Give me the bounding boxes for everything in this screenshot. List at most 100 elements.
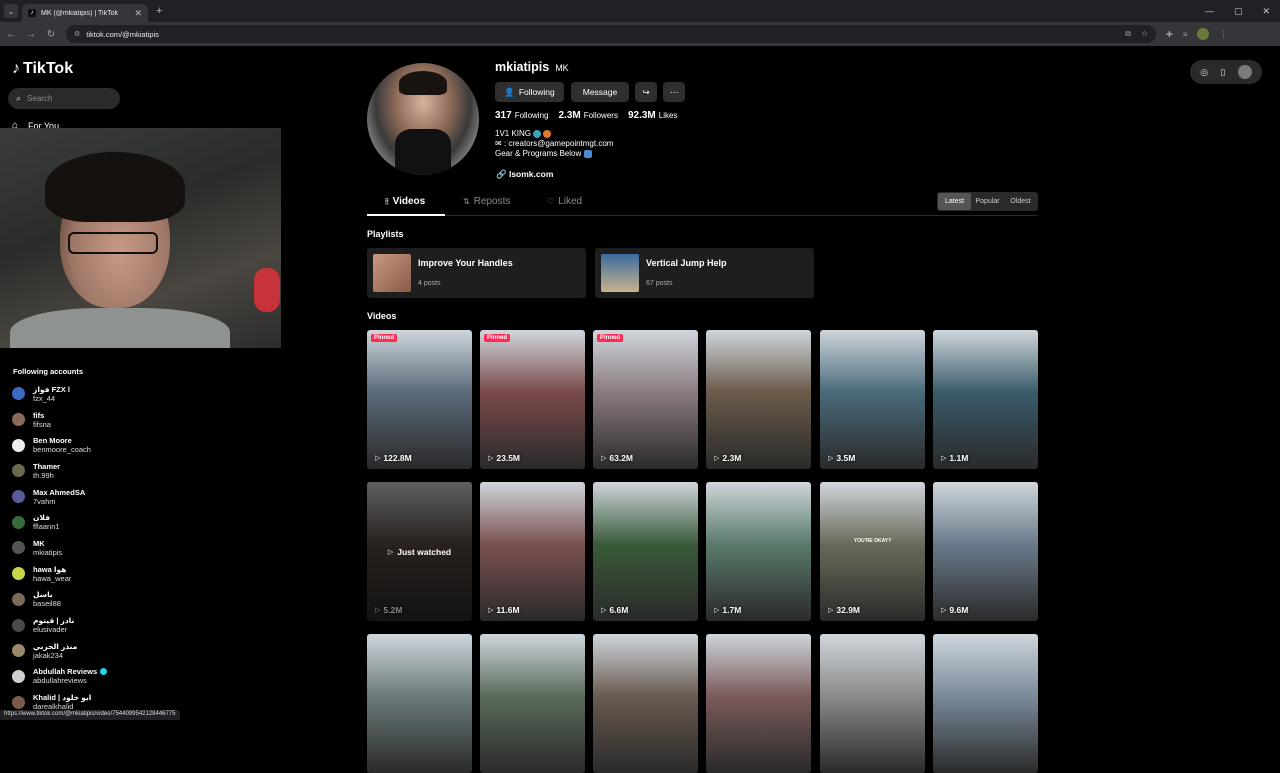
tiktok-page: ♪ TikTok ⌕ Search ⌂ For You Following ac… — [0, 46, 1280, 773]
downloads-icon[interactable]: ≡ — [1183, 30, 1188, 39]
video-thumbnail[interactable]: Pinned ▷ 63.2M — [593, 330, 698, 469]
share-button[interactable]: ↪ — [635, 82, 657, 102]
coins-icon[interactable]: ◎ — [1200, 67, 1208, 78]
following-account-item[interactable]: hawa هوا hawa_wear — [12, 561, 107, 587]
video-thumbnail[interactable]: ▷ 6.6M — [593, 482, 698, 621]
tiktok-favicon-icon: ♪ — [28, 9, 36, 17]
stat-followers[interactable]: 2.3M Followers — [558, 110, 617, 121]
tab-reposts[interactable]: ⇅ Reposts — [463, 196, 510, 207]
account-avatar — [12, 592, 25, 606]
reload-icon[interactable]: ↻ — [42, 29, 60, 40]
video-thumbnail[interactable]: ▷ 2.3M — [706, 330, 811, 469]
profile-avatar[interactable] — [367, 63, 479, 175]
play-icon: ▷ — [601, 607, 607, 614]
account-names: فلان fflaann1 — [33, 513, 60, 531]
sort-oldest[interactable]: Oldest — [1004, 193, 1037, 210]
profile-username: mkiatipis — [495, 60, 550, 74]
stat-following[interactable]: 317 Following — [495, 110, 548, 121]
close-window-icon[interactable]: ✕ — [1262, 6, 1270, 17]
browser-tab[interactable]: ♪ MK (@mkiatipis) | TikTok ✕ — [22, 4, 148, 22]
following-account-item[interactable]: Thamer th.99h — [12, 458, 107, 484]
following-account-item[interactable]: فواز FZX l fzx_44 — [12, 381, 107, 407]
site-info-icon[interactable]: ⚙ — [74, 30, 80, 38]
message-button[interactable]: Message — [571, 82, 629, 102]
user-check-icon: 👤 — [504, 86, 515, 97]
video-thumbnail[interactable]: Pinned ▷ 23.5M — [480, 330, 585, 469]
account-handle: benmoore_coach — [33, 445, 91, 455]
video-thumbnail[interactable]: ▷ 9.6M — [933, 482, 1038, 621]
extensions-icon[interactable]: ✚ — [1166, 30, 1173, 39]
webcam-person-shirt — [10, 308, 230, 348]
video-thumbnail[interactable] — [593, 634, 698, 773]
video-thumbnail[interactable] — [480, 634, 585, 773]
forward-icon[interactable]: → — [22, 29, 40, 40]
video-thumbnail[interactable] — [367, 634, 472, 773]
video-thumbnail[interactable]: ▷ 1.7M — [706, 482, 811, 621]
account-avatar — [12, 541, 25, 555]
video-thumbnail[interactable] — [706, 634, 811, 773]
profile-stats: 317 Following 2.3M Followers 92.3M Likes — [495, 110, 677, 121]
back-icon[interactable]: ← — [2, 29, 20, 40]
new-tab-icon[interactable]: + — [156, 5, 162, 17]
following-account-item[interactable]: نادر | قيتوم elusivader — [12, 612, 107, 638]
account-handle: hawa_wear — [33, 573, 72, 583]
video-thumbnail[interactable] — [933, 634, 1038, 773]
bookmark-star-icon[interactable]: ☆ — [1141, 29, 1148, 39]
video-view-count: ▷ 3.5M — [828, 453, 856, 463]
search-input[interactable]: ⌕ Search — [8, 88, 120, 109]
profile-avatar-icon[interactable] — [1197, 28, 1210, 40]
account-display-name: Abdullah Reviews — [33, 667, 108, 676]
maximize-icon[interactable]: ▢ — [1234, 6, 1243, 17]
video-thumbnail[interactable]: ▷ 3.5M — [820, 330, 925, 469]
globe-emoji-icon — [533, 129, 542, 138]
more-options-button[interactable]: ⋯ — [663, 82, 685, 102]
video-thumbnail[interactable]: ▷ Just watched ▷ 5.2M — [367, 482, 472, 621]
following-account-item[interactable]: Max AhmedSA 7vahm — [12, 484, 107, 510]
tiktok-logo[interactable]: ♪ TikTok — [12, 60, 73, 78]
pinned-badge: Pinned — [371, 334, 398, 342]
account-display-name: فواز FZX l — [33, 384, 70, 394]
following-account-item[interactable]: MK mkiatipis — [12, 535, 107, 561]
video-thumbnail[interactable]: YOU'RE OKAY? ▷ 32.9M — [820, 482, 925, 621]
following-button[interactable]: 👤 Following — [495, 82, 564, 102]
following-account-item[interactable]: Ben Moore benmoore_coach — [12, 432, 107, 458]
playlist-thumbnail — [373, 254, 411, 292]
minimize-icon[interactable]: — — [1205, 6, 1214, 17]
down-arrow-emoji-icon — [583, 149, 592, 158]
following-account-item[interactable]: منذر الحربي jakak234 — [12, 638, 107, 664]
following-account-item[interactable]: fifs fifsna — [12, 407, 107, 433]
following-account-item[interactable]: Abdullah Reviews abdullahreviews — [12, 664, 108, 690]
play-icon: ▷ — [488, 607, 494, 614]
tab-videos[interactable]: ⦙⦙ Videos — [385, 196, 425, 207]
video-thumbnail[interactable]: ▷ 11.6M — [480, 482, 585, 621]
address-bar[interactable]: ⚙ tiktok.com/@mkiatipis ⧉ ☆ — [66, 25, 1156, 43]
video-thumbnail[interactable] — [820, 634, 925, 773]
sort-toggle: Latest Popular Oldest — [937, 192, 1038, 211]
playlist-card[interactable]: Improve Your Handles 4 posts — [367, 248, 586, 298]
profile-link[interactable]: 🔗 lsomk.com — [496, 169, 553, 180]
following-account-item[interactable]: باسل baseil88 — [12, 587, 107, 613]
sort-popular[interactable]: Popular — [971, 193, 1004, 210]
more-dots-icon: ⋯ — [669, 86, 679, 97]
close-tab-icon[interactable]: ✕ — [134, 8, 142, 19]
tab-liked[interactable]: ♡ Liked — [547, 196, 582, 207]
pinned-badge: Pinned — [597, 334, 624, 342]
video-thumbnail[interactable]: ▷ 1.1M — [933, 330, 1038, 469]
account-display-name: Khalid | ابو خلود — [33, 693, 92, 703]
tab-title: MK (@mkiatipis) | TikTok — [41, 9, 118, 17]
user-avatar[interactable] — [1237, 65, 1252, 79]
following-account-item[interactable]: فلان fflaann1 — [12, 509, 107, 535]
account-names: Max AhmedSA 7vahm — [33, 488, 85, 506]
profile-nickname: MK — [555, 63, 569, 73]
menu-dots-icon[interactable]: ⋮ — [1219, 30, 1227, 39]
sort-latest[interactable]: Latest — [938, 193, 971, 210]
tab-search-icon[interactable]: ⌄ — [4, 4, 18, 18]
grid-icon: ⦙⦙ — [385, 196, 389, 206]
playlist-thumbnail — [601, 254, 639, 292]
device-icon[interactable]: ▯ — [1220, 67, 1225, 78]
install-app-icon[interactable]: ⧉ — [1125, 29, 1131, 39]
playlist-card[interactable]: Vertical Jump Help 67 posts — [595, 248, 814, 298]
video-thumbnail[interactable]: Pinned ▷ 122.8M — [367, 330, 472, 469]
play-icon: ▷ — [488, 455, 494, 462]
link-icon: 🔗 — [496, 169, 507, 179]
